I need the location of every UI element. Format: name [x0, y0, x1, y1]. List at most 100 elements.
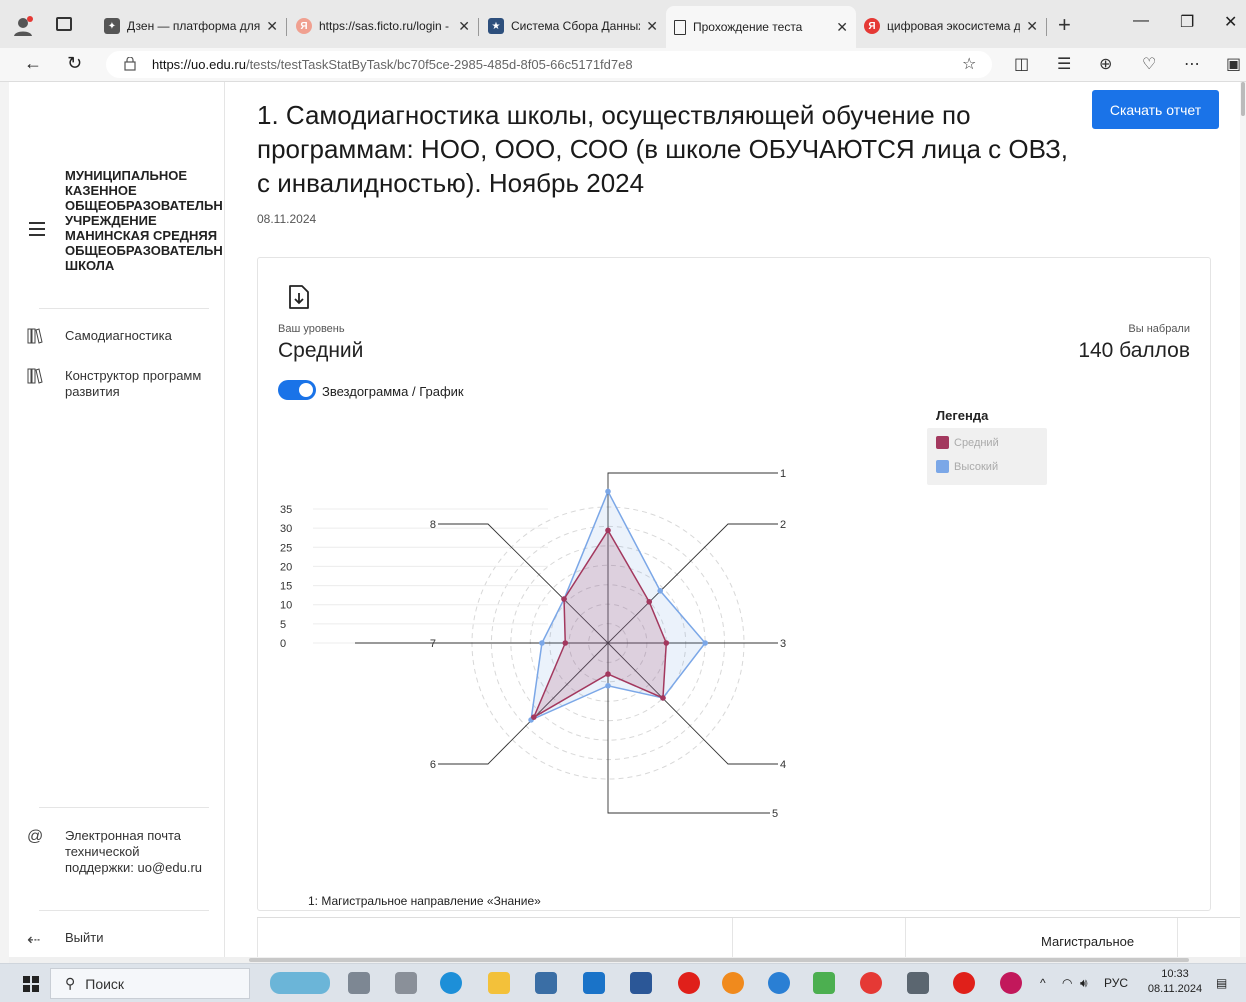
tray-chevron-icon[interactable]: ^ [1040, 976, 1046, 990]
favorites-icon[interactable]: ☰ [1057, 54, 1071, 74]
axis-label: 4 [780, 759, 786, 771]
calculator-icon[interactable] [907, 972, 929, 994]
legend-item-high[interactable]: Высокий [936, 460, 998, 473]
org-block: МУНИЦИПАЛЬНОЕ КАЗЕННОЕ ОБЩЕОБРАЗОВАТЕЛЬН… [9, 150, 225, 298]
clock[interactable]: 10:33 08.11.2024 [1140, 967, 1210, 997]
back-icon[interactable]: ← [24, 53, 42, 74]
info-icon[interactable] [124, 57, 136, 71]
data-point [646, 598, 653, 605]
tab-data-system[interactable]: ★ Система Сбора Данных ✕ [480, 12, 666, 40]
vertical-scrollbar[interactable] [1240, 82, 1246, 957]
url-field[interactable]: https://uo.edu.ru/tests/testTaskStatByTa… [106, 51, 992, 78]
legend-item-medium[interactable]: Средний [936, 436, 999, 449]
results-card: Ваш уровень Средний Вы набрали 140 балло… [257, 257, 1211, 911]
score-label: Вы набрали [1128, 323, 1190, 335]
data-point [561, 596, 567, 602]
chart-mode-toggle[interactable] [278, 380, 316, 400]
outlook-icon[interactable] [583, 972, 605, 994]
data-point [663, 640, 670, 646]
tab-ecosystem[interactable]: Я цифровая экосистема д ✕ [856, 12, 1046, 40]
tab-test-active[interactable]: Прохождение теста ✕ [666, 6, 856, 48]
network-icon[interactable]: ◠ [1062, 976, 1072, 990]
logout-button[interactable]: ⇠ Выйти [9, 930, 225, 950]
app-icon[interactable] [813, 972, 835, 994]
task-view-icon[interactable] [348, 972, 370, 994]
favorite-star-icon[interactable]: ☆ [962, 54, 976, 74]
windows-start-icon[interactable] [23, 976, 39, 992]
store-icon[interactable] [535, 972, 557, 994]
search-icon: ⚲ [65, 975, 76, 991]
sidebar-item-label: Конструктор программ развития [65, 368, 202, 399]
new-tab-icon[interactable]: + [1058, 12, 1071, 38]
close-tab-icon[interactable]: ✕ [1026, 18, 1038, 35]
tab-actions-icon[interactable] [56, 17, 72, 31]
edge-icon[interactable] [440, 972, 462, 994]
axis-label: 5 [772, 808, 778, 820]
legend-title: Легенда [936, 408, 989, 423]
close-tab-icon[interactable]: ✕ [646, 18, 658, 35]
volume-icon[interactable]: 🔊︎ [1080, 976, 1088, 991]
weather-widget-icon[interactable] [270, 972, 330, 994]
radar-chart: 0 5 10 15 20 25 30 35 1 2 3 4 5 6 7 8 [280, 468, 786, 820]
data-point [605, 488, 611, 495]
data-point [531, 714, 537, 720]
sidebar-item-self-diagnostics[interactable]: Самодиагностика [9, 328, 225, 349]
level-value: Средний [278, 339, 364, 362]
word-icon[interactable] [630, 972, 652, 994]
close-window-icon[interactable]: ✕ [1224, 12, 1237, 32]
tick-label: 25 [280, 542, 292, 554]
data-point [605, 527, 611, 534]
legend-label: Высокий [954, 460, 999, 473]
results-table: Магистральное [257, 917, 1246, 957]
url-path: /tests/testTaskStatByTask/bc70f5ce-2985-… [245, 57, 633, 72]
file-explorer-icon[interactable] [488, 972, 510, 994]
more-icon[interactable]: ⋯ [1184, 54, 1200, 74]
support-text: Электронная почта технической поддержки:… [65, 828, 203, 875]
sidebar-toggle-icon[interactable]: ▣ [1226, 54, 1241, 74]
close-tab-icon[interactable]: ✕ [458, 18, 470, 35]
chart-mode-label: Звездограмма / График [322, 384, 464, 399]
sidebar: МУНИЦИПАЛЬНОЕ КАЗЕННОЕ ОБЩЕОБРАЗОВАТЕЛЬН… [9, 82, 225, 957]
org-name: МУНИЦИПАЛЬНОЕ КАЗЕННОЕ ОБЩЕОБРАЗОВАТЕЛЬН… [65, 168, 223, 273]
download-report-button[interactable]: Скачать отчет [1092, 90, 1219, 129]
sidebar-item-program-constructor[interactable]: Конструктор программ развития [9, 368, 225, 400]
sidebar-item-label: Самодиагностика [65, 328, 172, 343]
browser-essentials-icon[interactable]: ♡ [1142, 54, 1156, 74]
yandex-favicon-icon: Я [864, 18, 880, 34]
taskbar-search[interactable]: ⚲ Поиск [50, 968, 250, 999]
tab-title: https://sas.ficto.ru/login - [319, 19, 450, 33]
refresh-icon[interactable]: ↻ [67, 53, 82, 74]
support-email[interactable]: @ Электронная почта технической поддержк… [9, 828, 225, 876]
yandex-icon[interactable] [860, 972, 882, 994]
close-tab-icon[interactable]: ✕ [836, 19, 848, 36]
books-icon [9, 368, 65, 389]
opera-icon[interactable] [678, 972, 700, 994]
internet-explorer-icon[interactable] [768, 972, 790, 994]
split-screen-icon[interactable]: ◫ [1014, 54, 1029, 74]
data-point [702, 640, 708, 646]
opera-gx-icon[interactable] [953, 972, 975, 994]
restore-icon[interactable]: ❐ [1180, 12, 1194, 32]
level-label: Ваш уровень [278, 323, 345, 335]
tab-dzen[interactable]: ✦ Дзен — платформа для ✕ [96, 12, 286, 40]
profile-icon[interactable] [12, 15, 34, 37]
axis-label: 1 [780, 468, 786, 480]
tab-sas-login[interactable]: Я https://sas.ficto.ru/login - ✕ [288, 12, 478, 40]
pen-app-icon[interactable] [395, 972, 417, 994]
axis-label: 3 [780, 638, 786, 650]
legend-label: Средний [954, 436, 999, 449]
tab-title: Система Сбора Данных [511, 19, 641, 33]
at-sign-icon: @ [27, 828, 44, 845]
firefox-icon[interactable] [722, 972, 744, 994]
download-file-icon[interactable] [288, 284, 310, 310]
language-indicator[interactable]: РУС [1104, 976, 1128, 990]
menu-icon[interactable] [29, 222, 45, 236]
taskbar: ⚲ Поиск ^ ◠ 🔊︎ РУС 10:33 08.11.2024 ▤ [0, 963, 1246, 1002]
collections-icon[interactable]: ⊕ [1099, 54, 1112, 74]
close-tab-icon[interactable]: ✕ [266, 18, 278, 35]
tick-label: 10 [280, 600, 292, 612]
yandex-browser-icon[interactable] [1000, 972, 1022, 994]
minimize-icon[interactable]: — [1133, 12, 1149, 30]
data-point [539, 640, 545, 646]
notifications-icon[interactable]: ▤ [1216, 976, 1227, 990]
